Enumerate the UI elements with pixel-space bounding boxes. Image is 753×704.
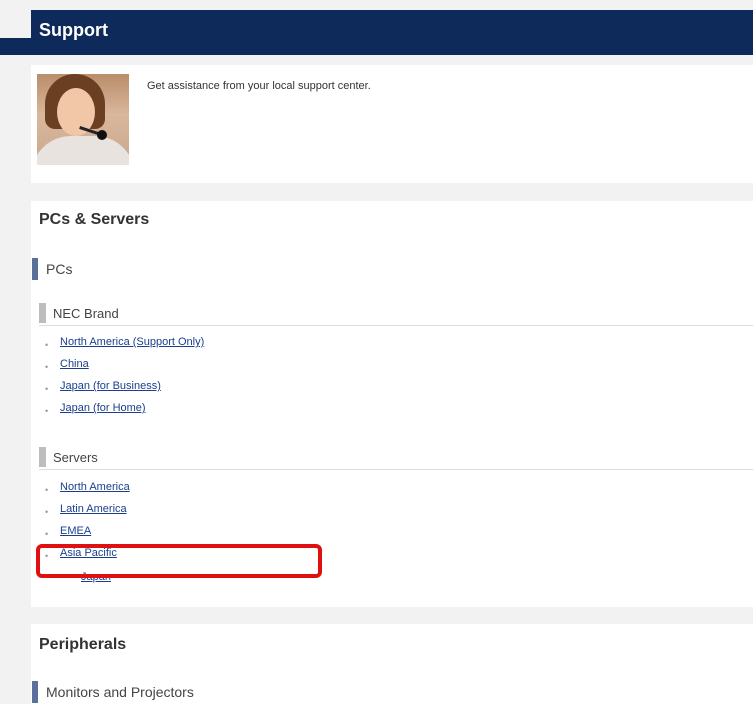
link-japan-business[interactable]: Japan (for Business) xyxy=(60,380,161,392)
support-header-bar: Support xyxy=(0,10,753,55)
category-pcs: PCs xyxy=(32,258,72,280)
subheading-servers-label: Servers xyxy=(53,450,98,465)
page-title: Support xyxy=(39,20,108,40)
category-monitors-projectors: Monitors and Projectors xyxy=(32,681,194,703)
subheading-servers: Servers xyxy=(39,447,753,470)
link-north-america-support-only[interactable]: North America (Support Only) xyxy=(60,336,204,348)
link-china[interactable]: China xyxy=(60,358,89,370)
support-description: Get assistance from your local support c… xyxy=(147,80,371,92)
link-latin-america[interactable]: Latin America xyxy=(60,503,127,515)
subheading-nec-brand: NEC Brand xyxy=(39,303,753,326)
highlight-box-asia-pacific xyxy=(36,544,322,578)
peripherals-card: Peripherals Monitors and Projectors xyxy=(31,624,753,704)
link-japan-home[interactable]: Japan (for Home) xyxy=(60,402,146,414)
link-emea[interactable]: EMEA xyxy=(60,525,91,537)
section-title-pcs-servers: PCs & Servers xyxy=(39,211,150,228)
support-card: Get assistance from your local support c… xyxy=(31,65,753,183)
link-north-america[interactable]: North America xyxy=(60,481,130,493)
section-title-peripherals: Peripherals xyxy=(39,636,127,653)
subheading-nec-brand-label: NEC Brand xyxy=(53,306,119,321)
support-agent-photo xyxy=(37,74,129,165)
header-notch xyxy=(0,38,31,55)
